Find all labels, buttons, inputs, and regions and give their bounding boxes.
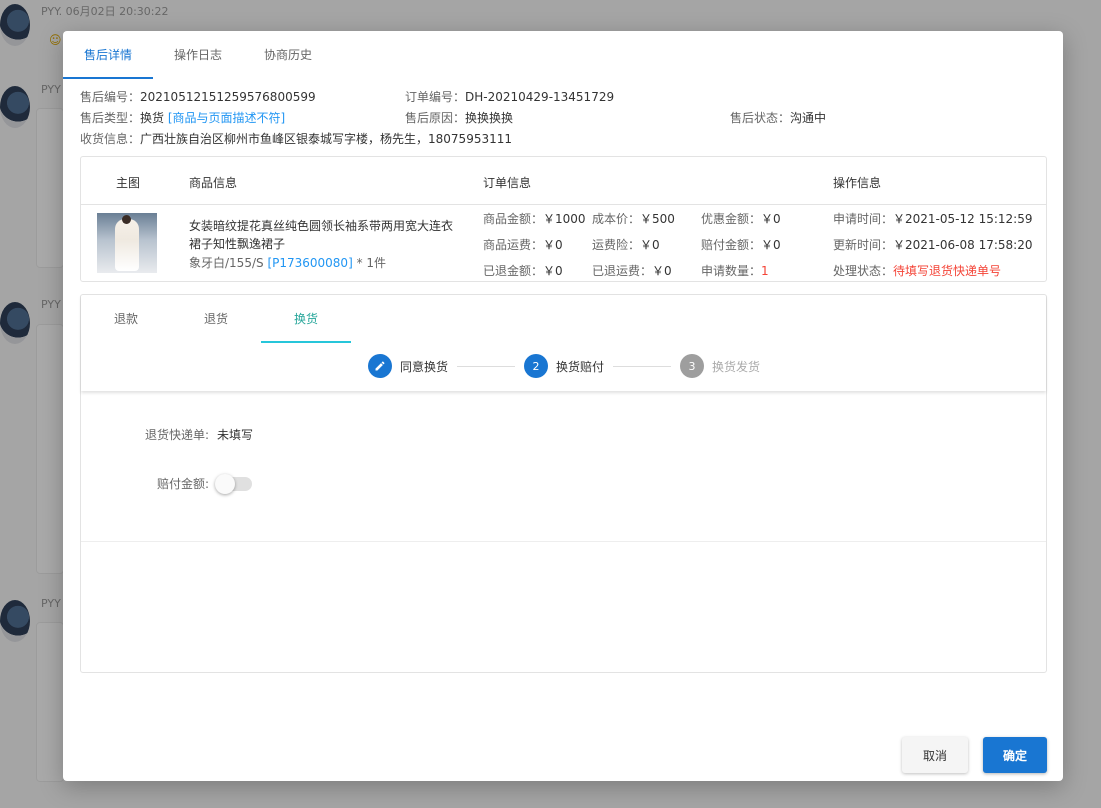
header-order: 订单信息 — [483, 176, 532, 190]
aftersale-type: 售后类型：换货 [商品与页面描述不符] — [80, 111, 286, 125]
tab-refund[interactable]: 退款 — [81, 295, 171, 343]
tab-return[interactable]: 退货 — [171, 295, 261, 343]
aftersale-no: 售后编号：20210512151259576800599 — [80, 90, 316, 104]
type-reason-link[interactable]: [商品与页面描述不符] — [168, 111, 285, 125]
divider — [81, 541, 1046, 542]
goods-name: 女装暗纹提花真丝纯色圆领长袖系带两用宽大连衣裙子知性飘逸裙子 — [189, 219, 454, 251]
header-image: 主图 — [116, 176, 141, 190]
aftersale-dialog: 售后详情 操作日志 协商历史 售后编号：20210512151259576800… — [63, 31, 1063, 781]
update-time: 更新时间：￥2021-06-08 17:58:20 — [833, 238, 1033, 252]
goods-amount: 商品金额：￥1000 — [483, 212, 586, 226]
goods-image[interactable] — [97, 213, 157, 273]
refunded-amount: 已退金额：￥0 — [483, 264, 563, 278]
aftersale-reason: 售后原因：换换换换 — [405, 111, 514, 125]
tab-operation-log[interactable]: 操作日志 — [153, 31, 243, 79]
shipping-info: 收货信息：广西壮族自治区柳州市鱼峰区银泰城写字楼，杨先生，18075953111 — [80, 132, 513, 146]
process-panel: 退款 退货 换货 同意换货 2 换货赔付 3 换货发货 退货快递单: 未填写 赔… — [80, 294, 1047, 673]
confirm-button[interactable]: 确定 — [983, 737, 1047, 773]
step-exchange-compensation[interactable]: 2 换货赔付 — [524, 354, 604, 378]
apply-time: 申请时间：￥2021-05-12 15:12:59 — [833, 212, 1033, 226]
pencil-icon — [368, 354, 392, 378]
header-goods: 商品信息 — [189, 176, 238, 190]
refunded-freight: 已退运费：￥0 — [592, 264, 672, 278]
freight-insurance: 运费险：￥0 — [592, 238, 660, 252]
cancel-button[interactable]: 取消 — [902, 737, 968, 773]
step-number: 2 — [524, 354, 548, 378]
discount-amount: 优惠金额：￥0 — [701, 212, 781, 226]
compensation-amount: 赔付金额：￥0 — [701, 238, 781, 252]
aftersale-status: 售后状态：沟通中 — [730, 111, 827, 125]
step-connector — [613, 366, 671, 367]
step-connector — [457, 366, 515, 367]
step-number: 3 — [680, 354, 704, 378]
step-exchange-shipping[interactable]: 3 换货发货 — [680, 354, 760, 378]
toggle-knob — [215, 474, 235, 494]
goods-table: 主图 商品信息 订单信息 操作信息 女装暗纹提花真丝纯色圆领长袖系带两用宽大连衣… — [80, 156, 1047, 282]
order-no: 订单编号：DH-20210429-13451729 — [405, 90, 615, 104]
process-status: 处理状态：待填写退货快递单号 — [833, 264, 1002, 278]
dialog-tabs: 售后详情 操作日志 协商历史 — [63, 31, 333, 79]
cost-price: 成本价：￥500 — [592, 212, 675, 226]
return-express-value: 未填写 — [217, 428, 254, 442]
step-agree-exchange[interactable]: 同意换货 — [368, 354, 448, 378]
table-header: 主图 商品信息 订单信息 操作信息 — [81, 157, 1046, 205]
goods-spec: 象牙白/155/S [P173600080] * 1件 — [189, 256, 387, 270]
tab-negotiation-history[interactable]: 协商历史 — [243, 31, 333, 79]
panel-header: 退款 退货 换货 同意换货 2 换货赔付 3 换货发货 — [81, 295, 1046, 391]
compensation-toggle[interactable] — [215, 474, 252, 494]
tab-exchange[interactable]: 换货 — [261, 295, 351, 343]
header-operation: 操作信息 — [833, 176, 882, 190]
tab-aftersale-detail[interactable]: 售后详情 — [63, 31, 153, 79]
compensation-label: 赔付金额: — [157, 477, 210, 491]
goods-freight: 商品运费：￥0 — [483, 238, 563, 252]
sku-link[interactable]: [P173600080] — [267, 256, 352, 270]
apply-quantity: 申请数量：1 — [701, 264, 769, 278]
return-express-label: 退货快递单: — [145, 428, 210, 442]
